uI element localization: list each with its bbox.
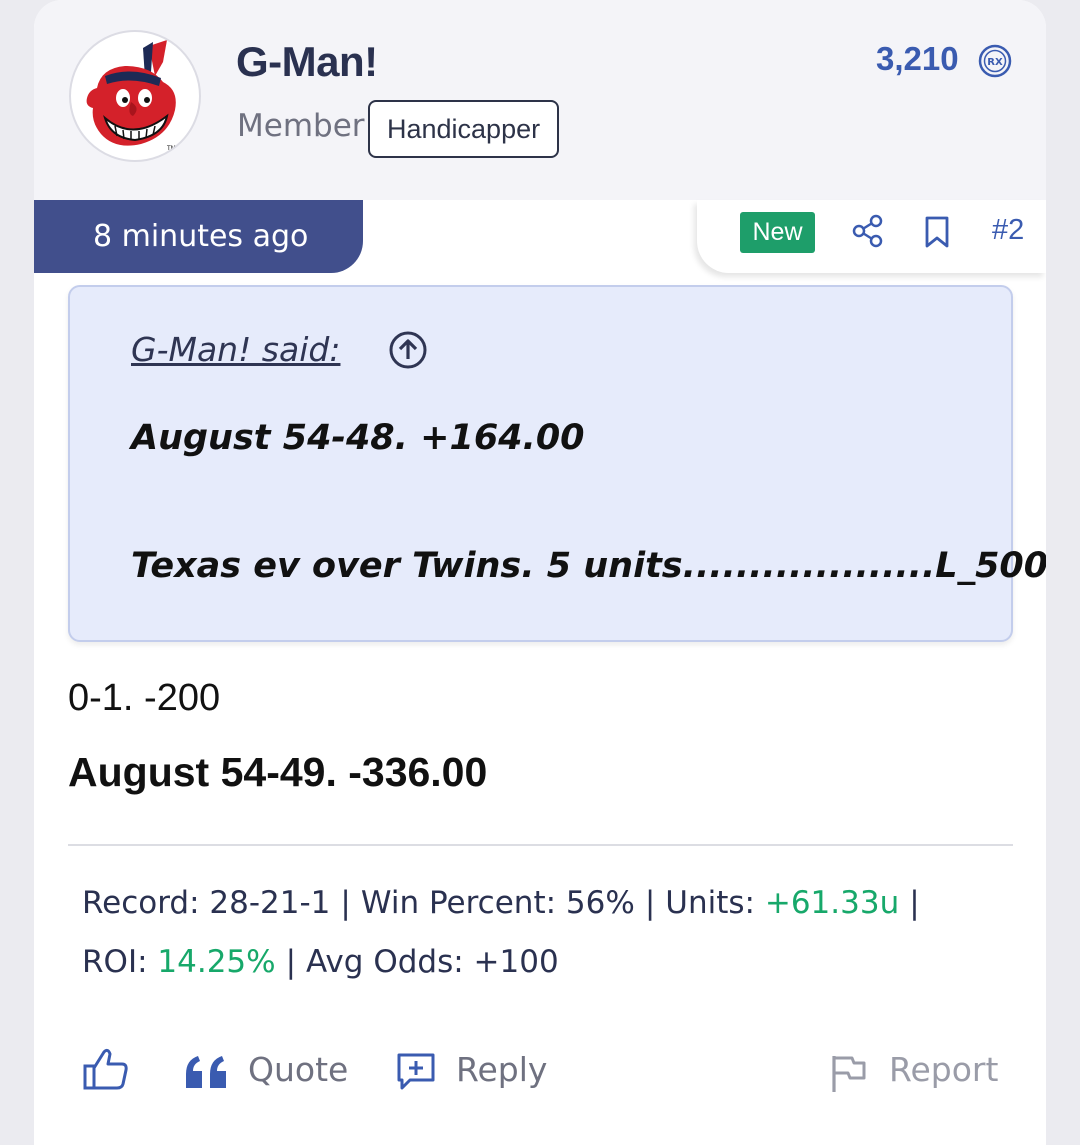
like-icon[interactable] bbox=[82, 1046, 130, 1092]
reply-icon[interactable] bbox=[396, 1052, 436, 1092]
bookmark-icon[interactable] bbox=[924, 216, 950, 248]
post-card: TM G-Man! Member Handicapper 3,210 RX 8 … bbox=[34, 0, 1046, 1145]
units-label: Units: bbox=[665, 885, 755, 921]
avg-odds-value: +100 bbox=[473, 944, 559, 980]
stat-separator: | bbox=[909, 885, 920, 921]
svg-text:RX: RX bbox=[987, 57, 1003, 68]
roi-label: ROI: bbox=[82, 944, 148, 980]
user-badge: Handicapper bbox=[368, 100, 560, 158]
reply-button[interactable]: Reply bbox=[456, 1050, 547, 1089]
quote-text-line: Texas ev over Twins. 5 units............… bbox=[131, 546, 1046, 586]
post-timestamp[interactable]: 8 minutes ago bbox=[93, 219, 308, 254]
record-label: Record: bbox=[82, 885, 200, 921]
rx-coin-icon: RX bbox=[978, 44, 1012, 78]
post-body-text-bold: August 54-49. -336.00 bbox=[68, 749, 488, 795]
flag-icon[interactable] bbox=[830, 1054, 868, 1094]
avg-odds-label: Avg Odds: bbox=[306, 944, 464, 980]
stats-line-1: Record: 28-21-1 | Win Percent: 56% | Units: … bbox=[82, 885, 982, 921]
avatar[interactable]: TM bbox=[69, 30, 201, 162]
quote-icon[interactable] bbox=[184, 1054, 232, 1090]
chief-wahoo-logo: TM bbox=[86, 40, 176, 152]
quote-author-link[interactable]: G-Man! said: bbox=[131, 330, 340, 369]
username[interactable]: G-Man! bbox=[236, 38, 378, 86]
win-percent-label: Win Percent: bbox=[360, 885, 557, 921]
quote-button[interactable]: Quote bbox=[248, 1050, 348, 1089]
post-body-text: 0-1. -200 bbox=[68, 677, 221, 719]
record-value: 28-21-1 bbox=[209, 885, 331, 921]
units-value: +61.33u bbox=[764, 885, 900, 921]
stat-separator: | bbox=[340, 885, 351, 921]
win-percent-value: 56% bbox=[565, 885, 635, 921]
stats-line-2: ROI: 14.25% | Avg Odds: +100 bbox=[82, 944, 982, 980]
points-value: 3,210 bbox=[876, 40, 959, 77]
stat-separator: | bbox=[285, 944, 297, 980]
roi-value: 14.25% bbox=[157, 944, 276, 980]
share-icon[interactable] bbox=[852, 214, 884, 248]
report-button[interactable]: Report bbox=[889, 1050, 998, 1089]
quote-text-line: August 54-48. +164.00 bbox=[131, 418, 585, 458]
post-number[interactable]: #2 bbox=[992, 214, 1024, 247]
new-badge: New bbox=[740, 212, 815, 253]
stat-separator: | bbox=[644, 885, 656, 921]
divider bbox=[68, 844, 1013, 846]
user-role: Member bbox=[237, 108, 365, 144]
jump-to-quote-icon[interactable] bbox=[388, 330, 428, 370]
